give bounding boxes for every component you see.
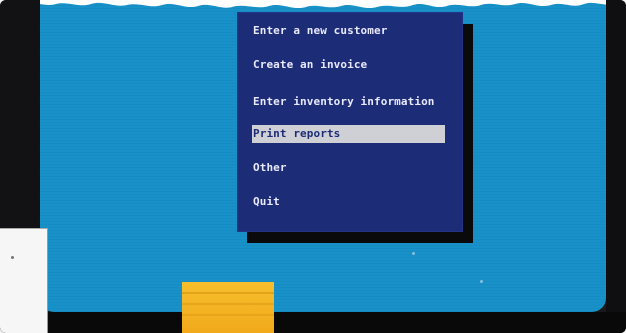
menu-item-print-reports[interactable]: Print reports bbox=[252, 125, 445, 143]
screen-speck bbox=[412, 252, 415, 255]
menu-item-enter-new-customer[interactable]: Enter a new customer bbox=[252, 22, 387, 40]
menu-item-other[interactable]: Other bbox=[252, 159, 287, 177]
paper-slip bbox=[0, 228, 48, 333]
yellow-object bbox=[182, 282, 274, 333]
screen-speck bbox=[480, 280, 483, 283]
monitor-frame: Enter a new customer Create an invoice E… bbox=[0, 0, 626, 333]
right-bezel bbox=[606, 0, 626, 333]
screen: Enter a new customer Create an invoice E… bbox=[40, 0, 606, 312]
slip-mark bbox=[11, 256, 14, 259]
menu-item-enter-inventory-information[interactable]: Enter inventory information bbox=[252, 93, 435, 111]
menu-item-quit[interactable]: Quit bbox=[252, 193, 280, 211]
main-menu: Enter a new customer Create an invoice E… bbox=[237, 12, 463, 232]
bottom-bezel bbox=[0, 312, 626, 333]
menu-item-create-invoice[interactable]: Create an invoice bbox=[252, 56, 367, 74]
